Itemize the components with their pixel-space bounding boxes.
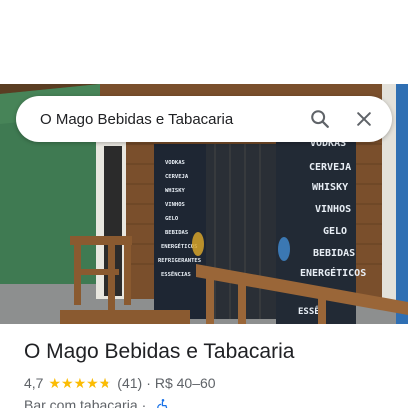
star-icon: ★ [73,375,87,391]
place-category: Bar com tabacaria [24,397,138,408]
clear-search-button[interactable] [344,99,384,139]
rating-stars: ★ ★ ★ ★ ★ ★ [48,376,111,390]
category-row: Bar com tabacaria · [24,396,394,408]
price-range: R$ 40–60 [154,375,216,391]
search-input[interactable]: O Mago Bebidas e Tabacaria [16,111,300,128]
place-info-panel: O Mago Bebidas e Tabacaria 4,7 ★ ★ ★ ★ ★… [24,338,394,408]
svg-text:VODKAS: VODKAS [165,160,185,166]
svg-text:BEBIDAS: BEBIDAS [313,248,355,259]
svg-text:GELO: GELO [165,216,179,222]
star-half-icon: ★ ★ [98,375,112,391]
svg-text:ENERGÉTICOS: ENERGÉTICOS [300,266,366,279]
top-blank-area [0,0,408,84]
svg-text:VINHOS: VINHOS [165,202,185,208]
svg-text:REFRIGERANTES: REFRIGERANTES [158,258,201,264]
search-button[interactable] [300,99,340,139]
svg-text:GELO: GELO [323,226,347,237]
search-bar[interactable]: O Mago Bebidas e Tabacaria [16,96,392,142]
rating-row[interactable]: 4,7 ★ ★ ★ ★ ★ ★ (41) · R$ 40–60 [24,374,394,392]
rating-value: 4,7 [24,375,44,391]
svg-text:CERVEJA: CERVEJA [165,174,189,180]
search-icon [309,108,331,130]
svg-text:WHISKY: WHISKY [165,188,186,194]
separator-dot: · [141,397,147,408]
place-title: O Mago Bebidas e Tabacaria [24,340,295,363]
svg-text:VINHOS: VINHOS [315,204,351,215]
svg-text:CERVEJA: CERVEJA [309,162,351,173]
separator-dot: · [146,375,151,391]
star-icon: ★ [61,375,74,391]
svg-text:ESSÊNCIAS: ESSÊNCIAS [161,270,191,278]
star-icon: ★ [86,375,99,391]
star-icon: ★ [48,375,62,391]
wheelchair-icon [156,398,170,408]
close-icon [354,109,374,129]
svg-text:BEBIDAS: BEBIDAS [165,230,188,236]
svg-text:WHISKY: WHISKY [312,182,348,193]
review-count: (41) [117,375,143,391]
svg-text:ENERGÉTICOS: ENERGÉTICOS [161,242,197,250]
